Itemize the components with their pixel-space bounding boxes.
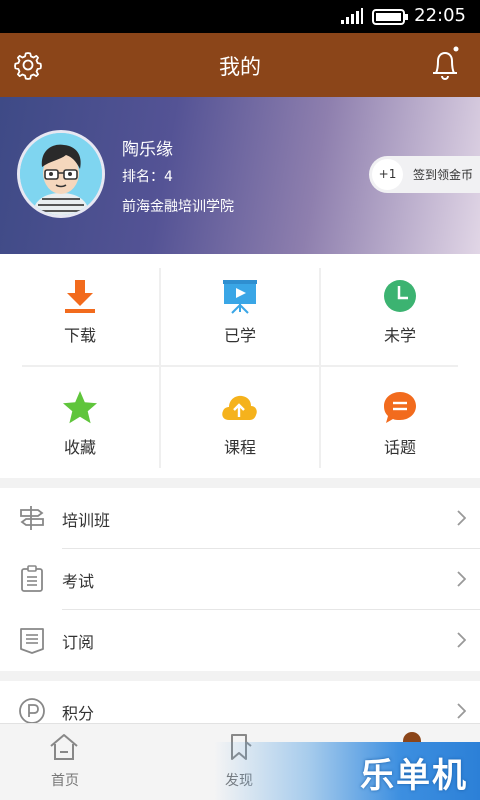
tab-home[interactable]: 首页: [5, 724, 125, 800]
video-board-icon: [223, 280, 257, 314]
menu-item-training-class[interactable]: 培训班: [0, 488, 480, 549]
checkin-badge: +1: [372, 159, 403, 190]
grid-label: 课程: [223, 438, 256, 457]
chevron-right-icon: [457, 632, 466, 648]
profile-banner: 陶乐缘 排名：4 前海金融培训学院 +1 签到领金币: [0, 97, 480, 254]
page-title: 我的: [219, 55, 261, 79]
signal-icon: [341, 8, 363, 24]
user-rank: 排名：4: [122, 169, 173, 185]
avatar-illustration: [20, 133, 102, 215]
grid-item-download[interactable]: 下载: [0, 254, 160, 366]
app-header: 我的: [0, 33, 480, 97]
points-icon: [19, 698, 45, 724]
grid-label: 未学: [383, 326, 416, 345]
download-icon: [65, 280, 95, 313]
grid-item-unlearned[interactable]: 未学: [320, 254, 480, 366]
grid-label: 下载: [63, 326, 96, 345]
grid-label: 话题: [383, 438, 416, 457]
watermark-text: 乐单机: [360, 756, 468, 796]
menu-label: 培训班: [62, 511, 111, 530]
menu-item-exam[interactable]: 考试: [0, 549, 480, 610]
clipboard-icon: [21, 565, 43, 592]
star-icon: [63, 391, 97, 424]
signpost-icon: [20, 506, 44, 530]
chat-bubble-icon: [384, 392, 416, 423]
user-school: 前海金融培训学院: [122, 199, 234, 215]
tab-label: 首页: [51, 773, 79, 789]
home-icon: [50, 734, 78, 760]
grid-label: 已学: [223, 326, 256, 345]
user-name: 陶乐缘: [122, 140, 173, 160]
checkin-label: 签到领金币: [413, 168, 474, 182]
bell-icon[interactable]: [428, 45, 464, 83]
battery-icon: [372, 9, 408, 25]
watermark: 乐单机: [214, 742, 480, 800]
grid-item-favorites[interactable]: 收藏: [0, 366, 160, 478]
menu-list: 培训班 考试 订阅: [0, 488, 480, 671]
menu-label: 订阅: [62, 633, 95, 652]
grid-item-learned[interactable]: 已学: [160, 254, 320, 366]
menu-label: 考试: [62, 572, 95, 591]
chevron-right-icon: [457, 703, 466, 719]
status-bar: 22:05: [0, 0, 480, 33]
grid-label: 收藏: [63, 438, 96, 457]
menu-item-subscribe[interactable]: 订阅: [0, 610, 480, 671]
document-list-icon: [20, 628, 44, 654]
chevron-right-icon: [457, 571, 466, 587]
avatar[interactable]: [17, 130, 105, 218]
checkin-button[interactable]: +1 签到领金币: [369, 156, 480, 193]
status-time: 22:05: [414, 5, 466, 26]
menu-label: 积分: [62, 704, 95, 723]
grid-item-courses[interactable]: 课程: [160, 366, 320, 478]
feature-grid: 下载 已学 未学 收藏 课程 话题: [0, 254, 480, 478]
grid-item-topics[interactable]: 话题: [320, 366, 480, 478]
clock-icon: [384, 280, 416, 312]
chevron-right-icon: [457, 510, 466, 526]
cloud-upload-icon: [222, 395, 257, 420]
